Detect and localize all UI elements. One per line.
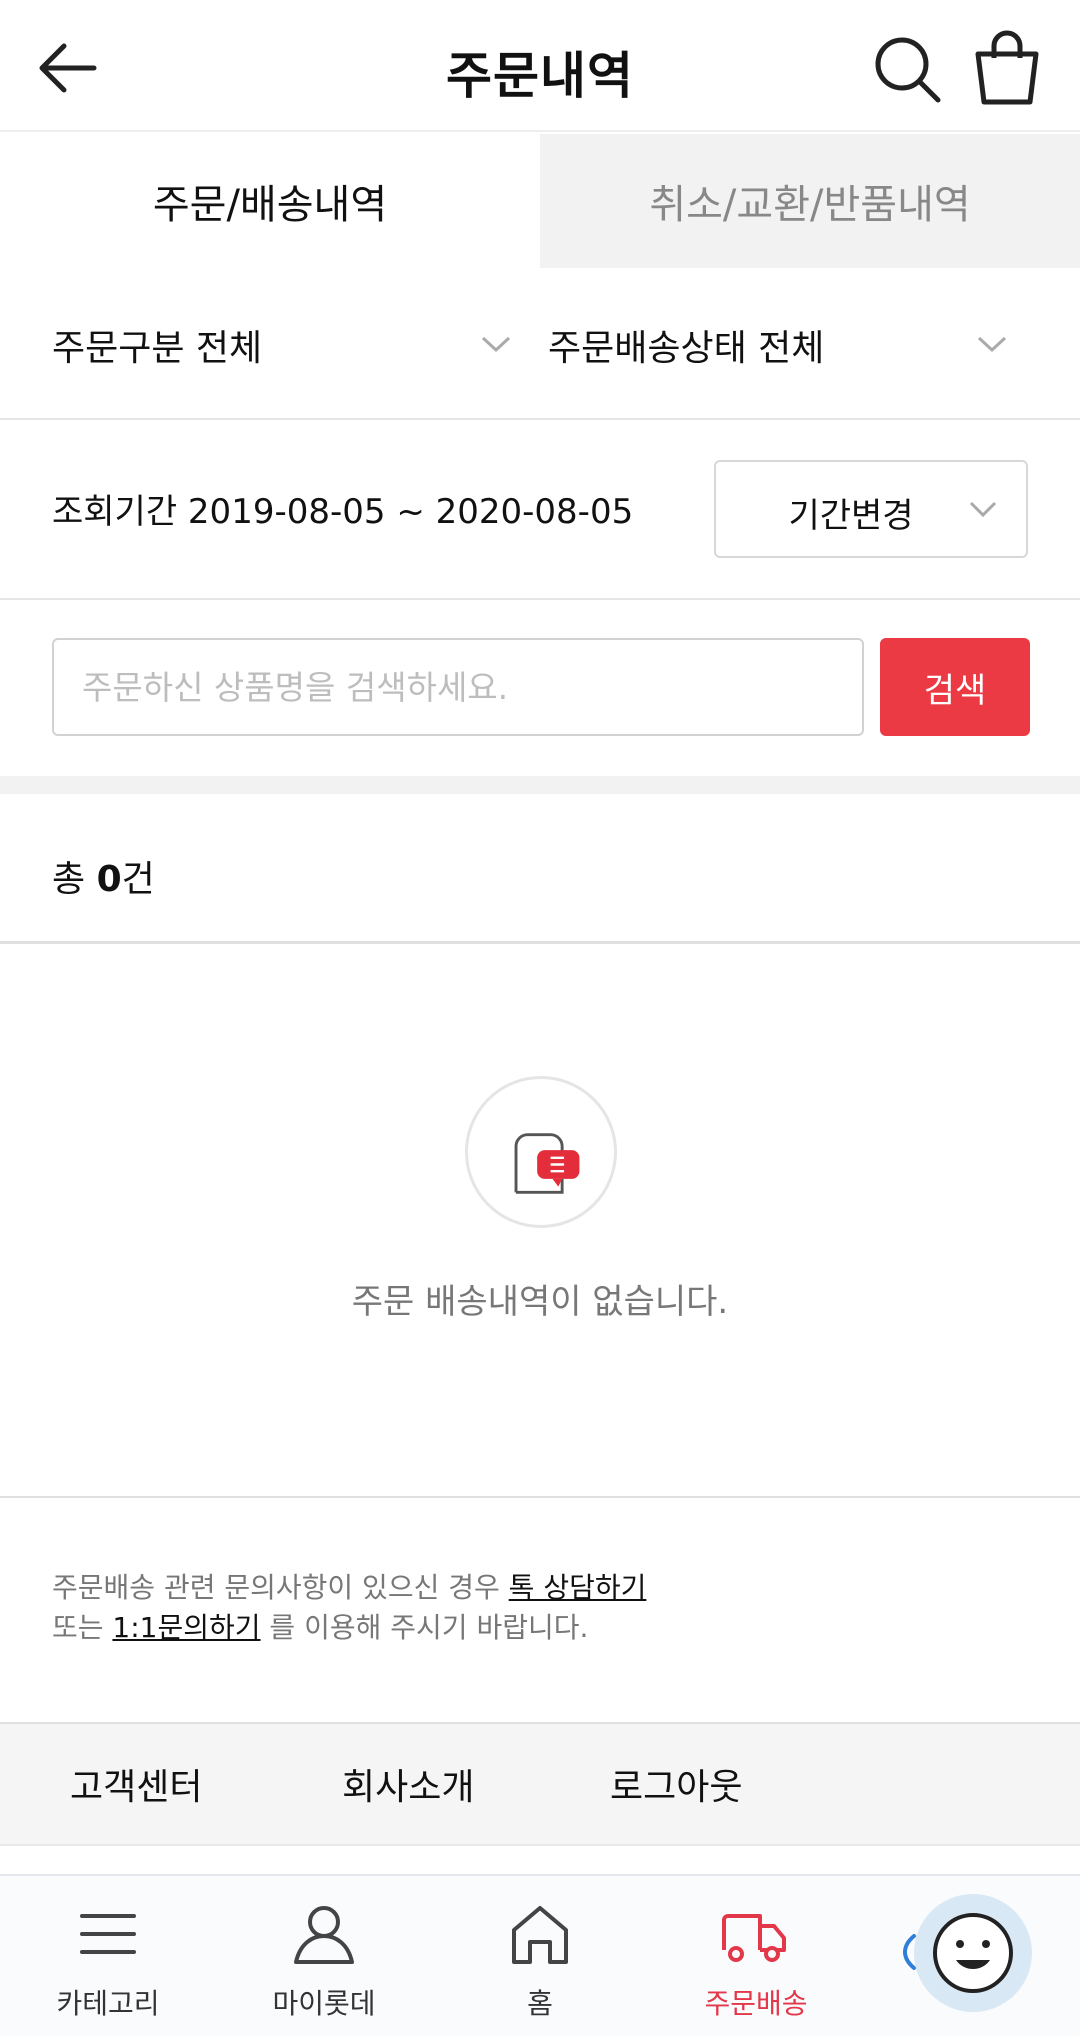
nav-category[interactable]: 카테고리: [0, 1876, 216, 2036]
footer-links: 고객센터 회사소개 로그아웃: [0, 1724, 1080, 1846]
inquiry-prefix: 또는: [52, 1611, 113, 1644]
inquiry-line-2: 또는 1:1문의하기 를 이용해 주시기 바랍니다.: [52, 1606, 588, 1646]
user-icon: [294, 1906, 354, 1964]
home-icon: [512, 1906, 568, 1964]
delivery-status-label: 주문배송상태 전체: [548, 328, 825, 369]
result-count-text: 총 0건: [52, 850, 155, 902]
chevron-down-icon: [977, 336, 1007, 353]
count-suffix: 건: [121, 859, 155, 900]
nav-my-lotte-label: 마이롯데: [272, 1987, 376, 2020]
chevron-down-icon: [969, 501, 997, 518]
inquiry-text: 주문배송 관련 문의사항이 있으신 경우: [52, 1571, 509, 1604]
result-count: 총 0건: [0, 794, 1080, 944]
order-type-select[interactable]: 주문구분 전체: [52, 320, 512, 370]
logout-link[interactable]: 로그아웃: [610, 1758, 742, 1810]
period-label: 조회기간 2019-08-05 ~ 2020-08-05: [52, 492, 634, 532]
search-button[interactable]: 검색: [880, 638, 1030, 736]
empty-state: 주문 배송내역이 없습니다.: [0, 944, 1080, 1498]
empty-message: 주문 배송내역이 없습니다.: [351, 1282, 729, 1322]
nav-home[interactable]: 홈: [432, 1876, 648, 2036]
nav-order-delivery[interactable]: 주문배송: [648, 1876, 864, 2036]
search-row: 검색: [0, 600, 1080, 776]
count-prefix: 총: [52, 859, 97, 900]
period-change-label: 기간변경: [788, 496, 914, 536]
header: 주문내역: [0, 0, 1080, 132]
one-to-one-inquiry-link[interactable]: 1:1문의하기: [112, 1611, 260, 1644]
talk-consult-link[interactable]: 톡 상담하기: [509, 1571, 647, 1604]
filter-bar: 주문구분 전체 주문배송상태 전체: [0, 268, 1080, 420]
inquiry-notice: 주문배송 관련 문의사항이 있으신 경우 톡 상담하기 또는 1:1문의하기 를…: [0, 1498, 1080, 1724]
nav-home-label: 홈: [527, 1987, 553, 2020]
empty-order-icon: [465, 1076, 617, 1228]
nav-my-lotte[interactable]: 마이롯데: [216, 1876, 432, 2036]
section-divider: [0, 776, 1080, 794]
inquiry-suffix: 를 이용해 주시기 바랍니다.: [260, 1611, 589, 1644]
chatbot-button[interactable]: [914, 1894, 1032, 2012]
order-type-label: 주문구분 전체: [52, 328, 263, 369]
chevron-down-icon: [481, 336, 511, 353]
nav-category-label: 카테고리: [56, 1987, 160, 2020]
inquiry-line-1: 주문배송 관련 문의사항이 있으신 경우 톡 상담하기: [52, 1566, 646, 1606]
delivery-status-select[interactable]: 주문배송상태 전체: [548, 320, 1008, 370]
shopping-bag-icon[interactable]: [970, 30, 1044, 106]
period-change-button[interactable]: 기간변경: [714, 460, 1028, 558]
search-icon[interactable]: [872, 34, 944, 106]
truck-icon: [722, 1914, 786, 1962]
tab-cancel-exchange-return[interactable]: 취소/교환/반품내역: [540, 134, 1080, 268]
tab-order-delivery[interactable]: 주문/배송내역: [0, 134, 540, 268]
nav-order-delivery-label: 주문배송: [704, 1987, 808, 2020]
company-intro-link[interactable]: 회사소개: [342, 1758, 474, 1810]
order-tabs: 주문/배송내역 취소/교환/반품내역: [0, 134, 1080, 268]
menu-icon: [80, 1914, 136, 1954]
period-row: 조회기간 2019-08-05 ~ 2020-08-05 기간변경: [0, 420, 1080, 600]
count-number: 0: [96, 859, 122, 900]
product-search-input[interactable]: [52, 638, 864, 736]
customer-center-link[interactable]: 고객센터: [70, 1758, 202, 1810]
chatbot-face-icon: [933, 1913, 1013, 1993]
